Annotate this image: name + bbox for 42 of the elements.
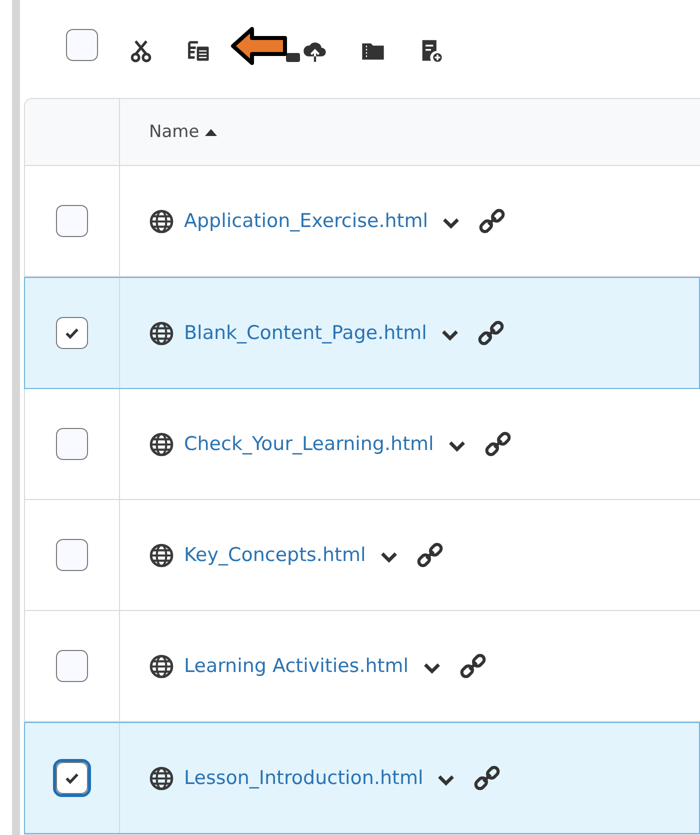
globe-icon xyxy=(149,654,174,678)
row-checkbox[interactable] xyxy=(56,428,88,460)
file-link[interactable]: Lesson_Introduction.html xyxy=(184,767,424,789)
file-link[interactable]: Check_Your_Learning.html xyxy=(184,433,434,455)
cut-icon[interactable] xyxy=(128,38,154,64)
file-link[interactable]: Learning Activities.html xyxy=(184,655,409,677)
toolbar-icon[interactable] xyxy=(286,53,300,62)
link-icon[interactable] xyxy=(416,541,444,569)
link-icon[interactable] xyxy=(476,319,505,347)
table-row[interactable]: Application_Exercise.html xyxy=(25,166,700,277)
link-icon[interactable] xyxy=(484,430,512,458)
arrow-annotation xyxy=(230,26,288,66)
row-checkbox[interactable] xyxy=(56,205,88,237)
globe-icon xyxy=(149,320,174,346)
chevron-down-icon[interactable] xyxy=(437,774,456,786)
globe-icon xyxy=(149,432,174,456)
chevron-down-icon[interactable] xyxy=(442,216,460,228)
chevron-down-icon[interactable] xyxy=(380,550,398,562)
table-row[interactable]: Learning Activities.html xyxy=(25,611,700,722)
chevron-down-icon[interactable] xyxy=(440,328,459,340)
select-all-checkbox[interactable] xyxy=(66,29,98,61)
copy-icon[interactable] xyxy=(186,38,212,64)
column-header[interactable]: Name xyxy=(149,122,200,142)
globe-icon xyxy=(149,208,174,234)
row-checkbox[interactable] xyxy=(56,317,88,349)
table-row[interactable]: Lesson_Introduction.html xyxy=(24,722,700,834)
sort-ascending-icon[interactable] xyxy=(205,128,218,136)
table-row[interactable]: Check_Your_Learning.html xyxy=(25,389,700,500)
file-link[interactable]: Blank_Content_Page.html xyxy=(184,322,427,344)
row-checkbox[interactable] xyxy=(56,650,88,682)
link-icon[interactable] xyxy=(478,207,506,235)
chevron-down-icon[interactable] xyxy=(448,440,466,452)
link-icon[interactable] xyxy=(473,764,502,792)
file-link[interactable]: Application_Exercise.html xyxy=(184,210,428,232)
globe-icon xyxy=(149,766,174,790)
file-link[interactable]: Key_Concepts.html xyxy=(184,544,366,566)
chevron-down-icon[interactable] xyxy=(422,662,441,674)
link-icon[interactable] xyxy=(458,652,487,680)
row-checkbox[interactable] xyxy=(56,539,88,571)
table-row[interactable]: Key_Concepts.html xyxy=(25,500,700,611)
globe-icon xyxy=(149,542,174,568)
table-row[interactable]: Blank_Content_Page.html xyxy=(24,277,700,389)
